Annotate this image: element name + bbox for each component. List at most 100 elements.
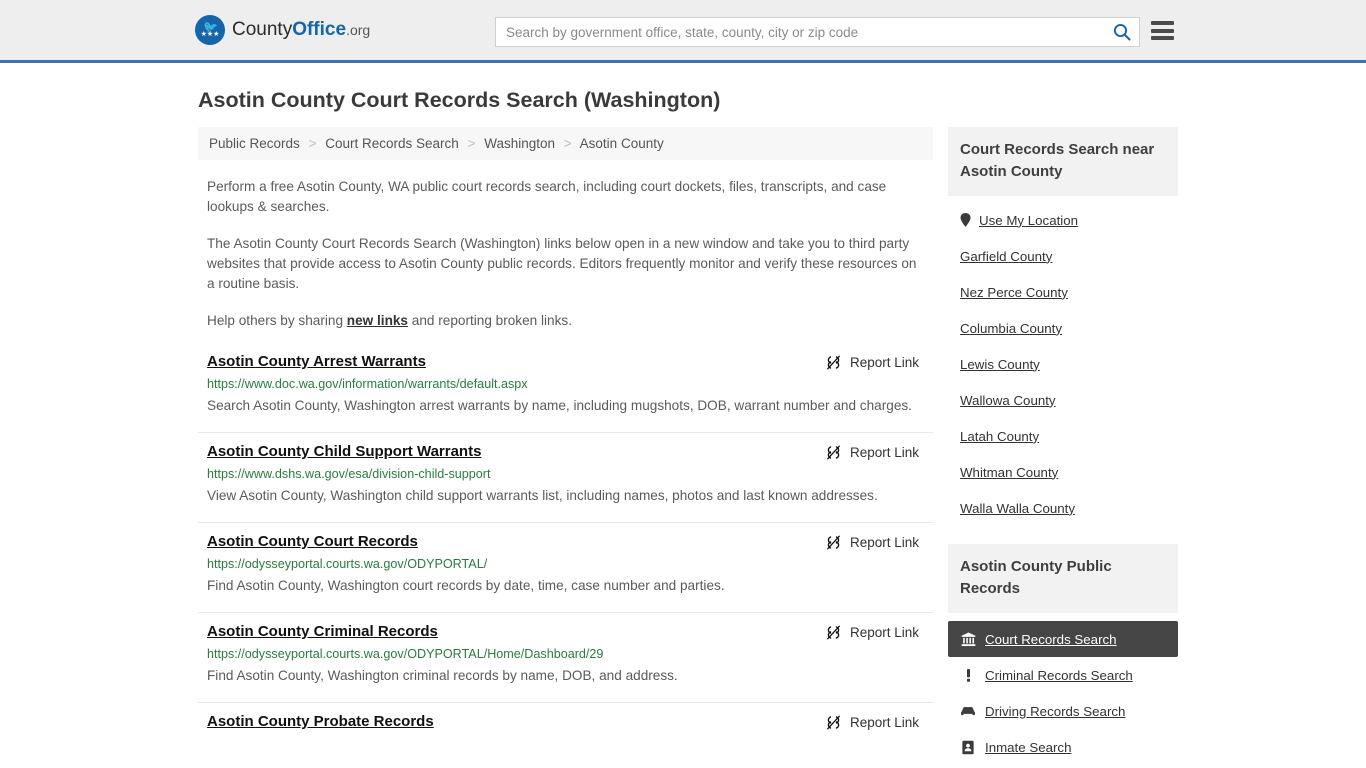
result-description: Search Asotin County, Washington arrest … bbox=[207, 398, 912, 413]
car-icon bbox=[960, 703, 976, 719]
report-link-label: Report Link bbox=[849, 715, 919, 730]
result-title-link[interactable]: Asotin County Criminal Records bbox=[207, 623, 438, 640]
intro-paragraph-1: Perform a free Asotin County, WA public … bbox=[207, 179, 887, 214]
sidebar-item-latah-county[interactable]: Latah County bbox=[948, 418, 1178, 454]
sidebar-link-label[interactable]: Latah County bbox=[960, 429, 1039, 444]
content-columns: Public Records > Court Records Search > … bbox=[198, 127, 1178, 768]
sidebar-link-label[interactable]: Wallowa County bbox=[960, 393, 1056, 408]
breadcrumb-separator: > bbox=[563, 136, 572, 151]
sidebar-link-label[interactable]: Lewis County bbox=[960, 357, 1040, 372]
result-url[interactable]: https://odysseyportal.courts.wa.gov/ODYP… bbox=[207, 647, 933, 661]
sidebar-link-label[interactable]: Columbia County bbox=[960, 321, 1062, 336]
site-header: 🐦 ★★★ CountyOffice.org bbox=[0, 0, 1366, 63]
report-link-label: Report Link bbox=[849, 355, 919, 370]
breadcrumb: Public Records > Court Records Search > … bbox=[198, 127, 933, 160]
site-logo[interactable]: 🐦 ★★★ CountyOffice.org bbox=[195, 15, 370, 45]
sidebar-public-records-list: Court Records Search Criminal Records Se… bbox=[948, 621, 1178, 768]
report-link-button[interactable]: Report Link bbox=[825, 624, 919, 641]
report-link-label: Report Link bbox=[849, 625, 919, 640]
search-button[interactable] bbox=[1105, 18, 1139, 46]
exclamation-icon bbox=[960, 667, 976, 683]
logo-text: CountyOffice.org bbox=[232, 19, 370, 41]
report-link-label: Report Link bbox=[849, 535, 919, 550]
result-item: Asotin County Probate Records Report Lin… bbox=[198, 713, 933, 745]
sidebar-item-lewis-county[interactable]: Lewis County bbox=[948, 346, 1178, 382]
result-url[interactable]: https://odysseyportal.courts.wa.gov/ODYP… bbox=[207, 557, 933, 571]
sidebar-item-wallowa-county[interactable]: Wallowa County bbox=[948, 382, 1178, 418]
broken-link-icon bbox=[827, 715, 840, 730]
result-description: View Asotin County, Washington child sup… bbox=[207, 488, 878, 503]
result-title-link[interactable]: Asotin County Arrest Warrants bbox=[207, 353, 426, 370]
intro-p3-before: Help others by sharing bbox=[207, 313, 347, 328]
report-link-button[interactable]: Report Link bbox=[825, 534, 919, 551]
result-item: Asotin County Child Support Warrants Rep… bbox=[198, 443, 933, 523]
breadcrumb-item-washington[interactable]: Washington bbox=[484, 136, 555, 151]
broken-link-icon bbox=[827, 355, 840, 370]
breadcrumb-item-court-records-search[interactable]: Court Records Search bbox=[325, 136, 459, 151]
sidebar-item-driving-records-search[interactable]: Driving Records Search bbox=[948, 693, 1178, 729]
hamburger-menu-icon[interactable] bbox=[1151, 21, 1174, 40]
sidebar-nearby-list: Use My Location Garfield County Nez Perc… bbox=[948, 196, 1178, 526]
result-header: Asotin County Child Support Warrants Rep… bbox=[207, 443, 933, 461]
results-list: Asotin County Arrest Warrants Report Lin… bbox=[198, 353, 933, 745]
breadcrumb-item-asotin-county[interactable]: Asotin County bbox=[580, 136, 664, 151]
sidebar-item-use-my-location[interactable]: Use My Location bbox=[948, 196, 1178, 238]
breadcrumb-separator: > bbox=[308, 136, 317, 151]
result-item: Asotin County Court Records Report Link bbox=[198, 533, 933, 613]
sidebar-item-walla-walla-county[interactable]: Walla Walla County bbox=[948, 490, 1178, 526]
result-header: Asotin County Court Records Report Link bbox=[207, 533, 933, 551]
broken-link-icon bbox=[827, 625, 840, 640]
sidebar-item-nez-perce-county[interactable]: Nez Perce County bbox=[948, 274, 1178, 310]
result-title-link[interactable]: Asotin County Child Support Warrants bbox=[207, 443, 481, 460]
sidebar-item-whitman-county[interactable]: Whitman County bbox=[948, 454, 1178, 490]
map-pin-icon bbox=[960, 213, 971, 227]
result-url[interactable]: https://www.dshs.wa.gov/esa/division-chi… bbox=[207, 467, 933, 481]
search-icon bbox=[1113, 23, 1131, 41]
sidebar-link-label[interactable]: Nez Perce County bbox=[960, 285, 1068, 300]
id-badge-icon bbox=[960, 739, 976, 755]
sidebar-item-criminal-records-search[interactable]: Criminal Records Search bbox=[948, 657, 1178, 693]
sidebar-item-court-records-search[interactable]: Court Records Search bbox=[948, 621, 1178, 657]
intro-paragraph-3: Help others by sharing new links and rep… bbox=[207, 311, 919, 331]
report-link-label: Report Link bbox=[849, 445, 919, 460]
result-header: Asotin County Criminal Records Report Li… bbox=[207, 623, 933, 641]
sidebar-link-label[interactable]: Court Records Search bbox=[985, 632, 1117, 647]
report-link-button[interactable]: Report Link bbox=[825, 714, 919, 731]
intro-text: Perform a free Asotin County, WA public … bbox=[198, 177, 933, 331]
sidebar-item-garfield-county[interactable]: Garfield County bbox=[948, 238, 1178, 274]
main-column: Public Records > Court Records Search > … bbox=[198, 127, 933, 755]
sidebar-nearby-heading: Court Records Search near Asotin County bbox=[948, 127, 1178, 196]
sidebar-link-label[interactable]: Whitman County bbox=[960, 465, 1058, 480]
result-header: Asotin County Arrest Warrants Report Lin… bbox=[207, 353, 933, 371]
breadcrumb-item-public-records[interactable]: Public Records bbox=[209, 136, 300, 151]
page-container: Asotin County Court Records Search (Wash… bbox=[193, 88, 1178, 768]
result-header: Asotin County Probate Records Report Lin… bbox=[207, 713, 933, 731]
breadcrumb-separator: > bbox=[467, 136, 476, 151]
sidebar: Court Records Search near Asotin County … bbox=[948, 127, 1178, 768]
page-title: Asotin County Court Records Search (Wash… bbox=[198, 88, 721, 112]
sidebar-link-label[interactable]: Driving Records Search bbox=[985, 704, 1125, 719]
report-link-button[interactable]: Report Link bbox=[825, 354, 919, 371]
result-description: Find Asotin County, Washington court rec… bbox=[207, 578, 725, 593]
result-title-link[interactable]: Asotin County Court Records bbox=[207, 533, 418, 550]
sidebar-public-records-heading: Asotin County Public Records bbox=[948, 544, 1178, 613]
logo-word-office: Office bbox=[292, 19, 347, 40]
report-link-button[interactable]: Report Link bbox=[825, 444, 919, 461]
result-title-link[interactable]: Asotin County Probate Records bbox=[207, 713, 434, 730]
sidebar-link-label[interactable]: Use My Location bbox=[979, 213, 1078, 228]
result-url[interactable]: https://www.doc.wa.gov/information/warra… bbox=[207, 377, 933, 391]
sidebar-item-inmate-search[interactable]: Inmate Search bbox=[948, 729, 1178, 765]
broken-link-icon bbox=[827, 535, 840, 550]
result-description: Find Asotin County, Washington criminal … bbox=[207, 668, 678, 683]
logo-tld: .org bbox=[346, 22, 371, 38]
sidebar-link-label[interactable]: Inmate Search bbox=[985, 740, 1071, 755]
new-links-link[interactable]: new links bbox=[347, 313, 408, 328]
search-input[interactable] bbox=[496, 18, 1105, 46]
search-bar[interactable] bbox=[495, 17, 1140, 47]
logo-word-county: County bbox=[232, 19, 293, 40]
sidebar-link-label[interactable]: Criminal Records Search bbox=[985, 668, 1133, 683]
sidebar-link-label[interactable]: Garfield County bbox=[960, 249, 1052, 264]
sidebar-item-columbia-county[interactable]: Columbia County bbox=[948, 310, 1178, 346]
result-item: Asotin County Arrest Warrants Report Lin… bbox=[198, 353, 933, 433]
sidebar-link-label[interactable]: Walla Walla County bbox=[960, 501, 1075, 516]
